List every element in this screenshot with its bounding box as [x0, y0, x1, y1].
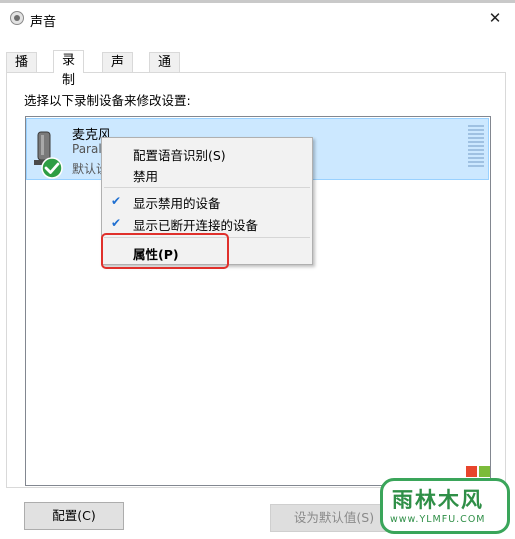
menu-item-show-disabled[interactable]: 显示禁用的设备 — [133, 193, 221, 212]
tab-sounds[interactable]: 声音 — [102, 52, 134, 90]
watermark-url: www.YLMFU.COM — [390, 514, 486, 525]
check-icon: ✔ — [111, 194, 122, 208]
level-meter — [468, 125, 484, 169]
tab-recording[interactable]: 录制 — [53, 50, 85, 88]
menu-item-show-disconnected[interactable]: 显示已断开连接的设备 — [133, 215, 258, 234]
windows-logo-icon — [466, 466, 492, 480]
set-default-button[interactable]: 设为默认值(S) — [270, 504, 398, 532]
window-title: 声音 — [30, 15, 57, 30]
check-icon: ✔ — [111, 216, 122, 230]
close-button[interactable]: ✕ — [475, 3, 515, 33]
highlight-annotation — [101, 233, 229, 269]
green-check-icon — [41, 157, 63, 179]
menu-item-disable[interactable]: 禁用 — [133, 166, 158, 185]
menu-separator — [104, 187, 310, 188]
watermark-text: 雨林木风 — [392, 488, 484, 512]
tab-communications[interactable]: 通信 — [149, 52, 181, 90]
instruction-text: 选择以下录制设备来修改设置: — [24, 93, 191, 108]
device-description: Paral — [72, 142, 102, 156]
tab-playback[interactable]: 播放 — [6, 52, 38, 90]
microphone-icon — [34, 131, 63, 179]
configure-button[interactable]: 配置(C) — [24, 502, 124, 530]
title-bar — [0, 3, 515, 39]
speaker-icon — [10, 11, 24, 25]
menu-item-configure-speech[interactable]: 配置语音识别(S) — [133, 145, 226, 164]
